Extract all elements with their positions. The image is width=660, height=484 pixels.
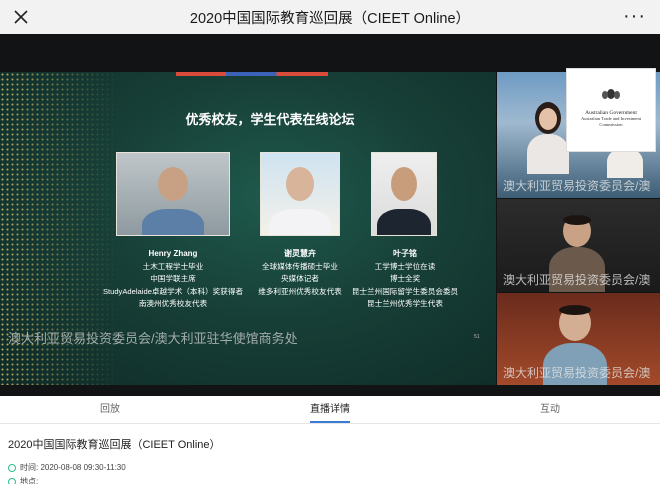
speaker-photo-2: [260, 152, 340, 236]
speaker-photo-3: [371, 152, 437, 236]
tab-label: 直播详情: [310, 404, 350, 415]
speaker-detail: 博士全奖: [389, 274, 421, 284]
australian-government-logo: Australian Government Australian Trade a…: [566, 68, 656, 152]
decorative-stripe: [176, 72, 328, 76]
tab-live-details[interactable]: 直播详情: [220, 396, 440, 423]
live-details-panel: 2020中国国际教育巡回展（CIEET Online） 时间: 2020-08-…: [0, 424, 660, 484]
close-icon[interactable]: [12, 8, 30, 26]
tab-bar: 回放 直播详情 互动: [0, 396, 660, 424]
participant-video-3[interactable]: 澳大利亚贸易投资委员会/澳: [497, 293, 660, 385]
broadcast-watermark: 澳大利亚贸易投资委员会/澳大利亚驻华使馆商务处: [8, 331, 298, 346]
event-time-row: 时间: 2020-08-08 09:30-11:30: [8, 462, 126, 473]
event-title: 2020中国国际教育巡回展（CIEET Online）: [8, 439, 221, 451]
location-icon: [8, 477, 16, 484]
logo-line-2: Australian Trade and Investment Commissi…: [580, 116, 642, 127]
slide-heading: 优秀校友，学生代表在线论坛: [185, 112, 355, 127]
event-time: 时间: 2020-08-08 09:30-11:30: [20, 463, 126, 472]
thumbnail-watermark: 澳大利亚贸易投资委员会/澳: [503, 273, 651, 287]
tab-replay[interactable]: 回放: [0, 396, 220, 423]
speaker-photo-1: [116, 152, 230, 236]
speaker-detail: 昆士兰州国际留学生委员会委员: [351, 286, 459, 296]
speaker-detail: 工学博士学位在读: [374, 262, 436, 272]
top-bar: 2020中国国际教育巡回展（CIEET Online） ···: [0, 0, 660, 34]
speaker-info-3: 叶子铭 工学博士学位在读 博士全奖 昆士兰州国际留学生委员会委员 昆士兰州优秀学…: [340, 248, 470, 310]
event-location: 地点:: [20, 477, 39, 484]
speaker-name: 叶子铭: [393, 249, 417, 258]
presentation-slide: 优秀校友，学生代表在线论坛 Henry Zhang 土木工程学士毕业 中国学联主…: [0, 72, 496, 385]
tab-label: 互动: [540, 404, 560, 415]
page-title: 2020中国国际教育巡回展（CIEET Online）: [189, 10, 471, 27]
participant-video-2[interactable]: 澳大利亚贸易投资委员会/澳: [497, 199, 660, 292]
thumbnail-watermark: 澳大利亚贸易投资委员会/澳: [503, 366, 651, 380]
live-video-player[interactable]: 优秀校友，学生代表在线论坛 Henry Zhang 土木工程学士毕业 中国学联主…: [0, 34, 660, 396]
speaker-detail: 南澳州优秀校友代表: [138, 298, 208, 308]
active-tab-indicator: [310, 421, 350, 423]
thumbnail-watermark: 澳大利亚贸易投资委员会/澳: [503, 179, 651, 193]
tab-label: 回放: [100, 404, 120, 415]
more-icon[interactable]: ···: [623, 6, 646, 26]
slide-page-number: 51: [474, 334, 480, 340]
tab-interaction[interactable]: 互动: [440, 396, 660, 423]
clock-icon: [8, 463, 16, 472]
speaker-detail: 昆士兰州优秀学生代表: [367, 298, 443, 308]
coat-of-arms-icon: [602, 89, 620, 99]
event-location-row: 地点:: [8, 476, 38, 484]
